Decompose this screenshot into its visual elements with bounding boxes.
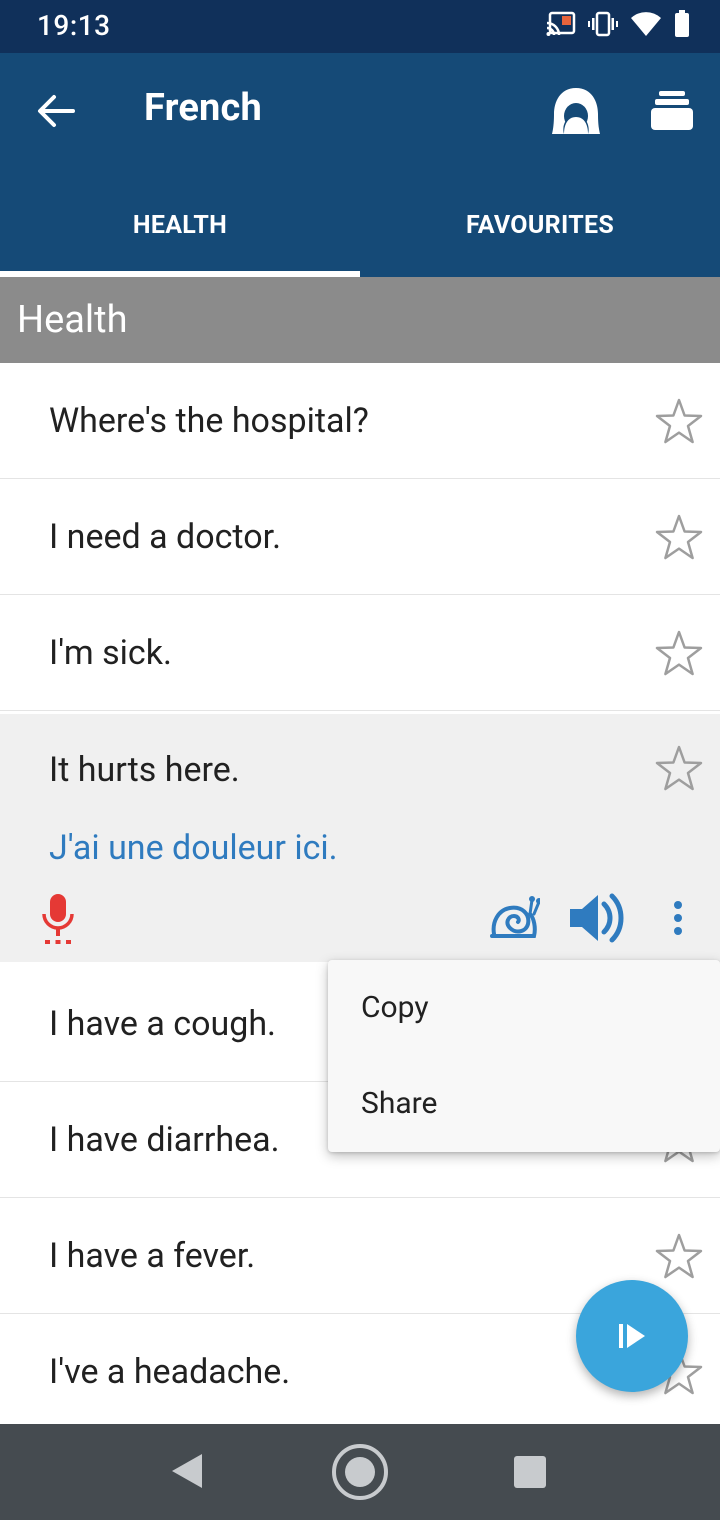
phrase-text: Where's the hospital? xyxy=(49,401,369,441)
status-icons xyxy=(546,10,690,38)
cast-icon xyxy=(546,11,576,36)
nav-back-icon[interactable] xyxy=(170,1452,204,1490)
stack-icon xyxy=(651,91,693,130)
phrase-text: I'm sick. xyxy=(49,633,172,673)
speaker-icon[interactable] xyxy=(568,892,626,944)
more-icon xyxy=(674,927,682,935)
nav-home-icon[interactable] xyxy=(330,1442,390,1502)
star-icon[interactable] xyxy=(654,513,704,563)
stack-button[interactable] xyxy=(644,81,700,141)
slow-playback-icon[interactable] xyxy=(490,894,540,942)
more-icon xyxy=(674,901,682,909)
phrase-text: I have a cough. xyxy=(49,1004,277,1044)
play-all-button[interactable] xyxy=(576,1280,688,1392)
system-nav-bar xyxy=(0,1424,720,1520)
phrase-text: It hurts here. xyxy=(49,750,240,790)
arrow-back-icon xyxy=(38,95,75,127)
tab-favourites[interactable]: FAVOURITES xyxy=(360,173,720,277)
list-item[interactable]: Where's the hospital? xyxy=(0,363,720,479)
status-bar: 19:13 xyxy=(0,0,720,53)
nav-recents-icon[interactable] xyxy=(514,1456,546,1488)
expanded-list-item[interactable]: It hurts here. J'ai une douleur ici. xyxy=(0,714,720,962)
star-icon[interactable] xyxy=(654,629,704,679)
tab-health[interactable]: HEALTH xyxy=(0,173,360,277)
menu-item-share[interactable]: Share xyxy=(328,1056,720,1152)
star-icon[interactable] xyxy=(654,744,704,794)
battery-icon xyxy=(675,10,689,37)
status-time: 19:13 xyxy=(37,9,111,42)
phrase-text: I have diarrhea. xyxy=(49,1120,280,1160)
profile-button[interactable] xyxy=(546,81,606,141)
phrase-text: I have a fever. xyxy=(49,1236,256,1276)
section-header: Health xyxy=(0,277,720,363)
phrase-text: I need a doctor. xyxy=(49,517,282,557)
star-icon[interactable] xyxy=(654,397,704,447)
menu-item-copy[interactable]: Copy xyxy=(328,960,720,1056)
app-bar: French HEALTH FAVOURITES xyxy=(0,53,720,277)
microphone-icon[interactable] xyxy=(36,890,80,950)
back-button[interactable] xyxy=(28,83,84,139)
context-menu: Copy Share xyxy=(328,960,720,1152)
profile-icon xyxy=(552,88,600,134)
translation-text: J'ai une douleur ici. xyxy=(49,828,338,868)
list-item[interactable]: I'm sick. xyxy=(0,595,720,711)
page-title: French xyxy=(144,86,263,130)
vibrate-icon xyxy=(588,11,618,37)
more-options-button[interactable] xyxy=(664,894,692,942)
phrase-text: I've a headache. xyxy=(49,1352,291,1392)
wifi-icon xyxy=(631,12,661,36)
more-icon xyxy=(674,914,682,922)
play-icon xyxy=(619,1324,645,1348)
star-icon[interactable] xyxy=(654,1232,704,1282)
list-item[interactable]: I need a doctor. xyxy=(0,479,720,595)
